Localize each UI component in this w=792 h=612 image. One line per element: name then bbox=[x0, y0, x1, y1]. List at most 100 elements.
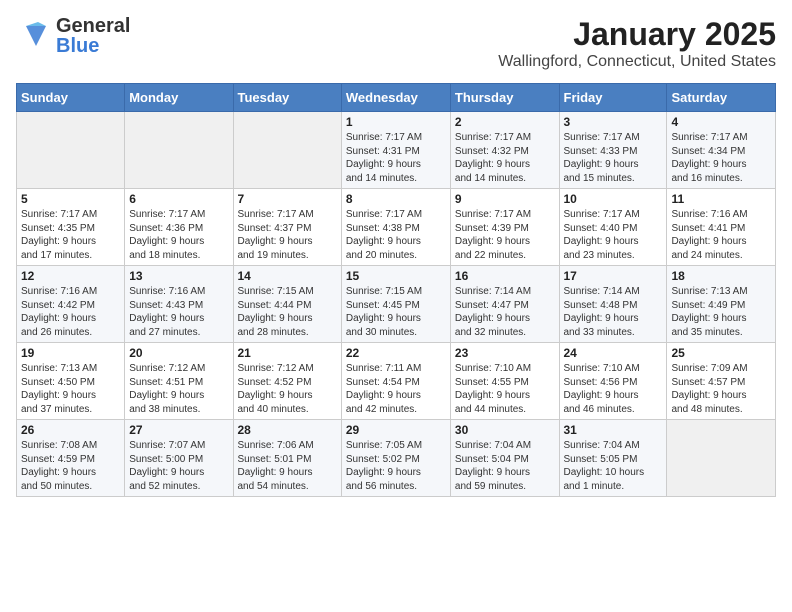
calendar-cell: 26 Sunrise: 7:08 AM Sunset: 4:59 PM Dayli… bbox=[17, 420, 125, 497]
day-number: 7 bbox=[238, 192, 337, 206]
day-number: 1 bbox=[346, 115, 446, 129]
day-number: 30 bbox=[455, 423, 555, 437]
calendar-cell: 24Sunrise: 7:10 AM Sunset: 4:56 PM Dayli… bbox=[559, 343, 667, 420]
calendar-cell: 17 Sunrise: 7:14 AM Sunset: 4:48 PM Dayli… bbox=[559, 266, 667, 343]
day-number: 31 bbox=[564, 423, 663, 437]
day-info: Sunrise: 7:12 AM Sunset: 4:52 PM Dayligh… bbox=[238, 362, 337, 416]
logo-text: General Blue bbox=[56, 16, 130, 56]
day-info: Sunrise: 7:14 AM Sunset: 4:47 PM Dayligh… bbox=[455, 285, 555, 339]
day-info: Sunrise: 7:04 AM Sunset: 5:04 PM Dayligh… bbox=[455, 439, 555, 493]
day-of-week-tuesday: Tuesday bbox=[233, 84, 341, 112]
day-number: 20 bbox=[129, 346, 228, 360]
day-number: 5 bbox=[21, 192, 120, 206]
day-number: 22 bbox=[346, 346, 446, 360]
calendar-cell: 10Sunrise: 7:17 AM Sunset: 4:40 PM Dayli… bbox=[559, 189, 667, 266]
day-number: 23 bbox=[455, 346, 555, 360]
day-info: Sunrise: 7:09 AM Sunset: 4:57 PM Dayligh… bbox=[671, 362, 771, 416]
day-number: 11 bbox=[671, 192, 771, 206]
calendar-week-1: 1 Sunrise: 7:17 AM Sunset: 4:31 PM Daylig… bbox=[17, 112, 776, 189]
calendar-cell: 27 Sunrise: 7:07 AM Sunset: 5:00 PM Dayli… bbox=[125, 420, 233, 497]
day-number: 9 bbox=[455, 192, 555, 206]
day-info: Sunrise: 7:10 AM Sunset: 4:55 PM Dayligh… bbox=[455, 362, 555, 416]
calendar-week-4: 19 Sunrise: 7:13 AM Sunset: 4:50 PM Dayli… bbox=[17, 343, 776, 420]
calendar-cell bbox=[667, 420, 776, 497]
day-number: 25 bbox=[671, 346, 771, 360]
day-number: 27 bbox=[129, 423, 228, 437]
calendar-cell: 8 Sunrise: 7:17 AM Sunset: 4:38 PM Daylig… bbox=[341, 189, 450, 266]
day-info: Sunrise: 7:12 AM Sunset: 4:51 PM Dayligh… bbox=[129, 362, 228, 416]
calendar-cell: 3Sunrise: 7:17 AM Sunset: 4:33 PM Daylig… bbox=[559, 112, 667, 189]
calendar-cell: 12 Sunrise: 7:16 AM Sunset: 4:42 PM Dayli… bbox=[17, 266, 125, 343]
day-number: 4 bbox=[671, 115, 771, 129]
calendar-cell: 25 Sunrise: 7:09 AM Sunset: 4:57 PM Dayli… bbox=[667, 343, 776, 420]
day-info: Sunrise: 7:16 AM Sunset: 4:42 PM Dayligh… bbox=[21, 285, 120, 339]
day-number: 2 bbox=[455, 115, 555, 129]
calendar-cell: 9 Sunrise: 7:17 AM Sunset: 4:39 PM Daylig… bbox=[450, 189, 559, 266]
day-of-week-friday: Friday bbox=[559, 84, 667, 112]
day-number: 17 bbox=[564, 269, 663, 283]
day-number: 13 bbox=[129, 269, 228, 283]
day-info: Sunrise: 7:15 AM Sunset: 4:45 PM Dayligh… bbox=[346, 285, 446, 339]
day-of-week-sunday: Sunday bbox=[17, 84, 125, 112]
day-of-week-monday: Monday bbox=[125, 84, 233, 112]
calendar-week-2: 5 Sunrise: 7:17 AM Sunset: 4:35 PM Daylig… bbox=[17, 189, 776, 266]
day-info: Sunrise: 7:15 AM Sunset: 4:44 PM Dayligh… bbox=[238, 285, 337, 339]
calendar-cell: 15 Sunrise: 7:15 AM Sunset: 4:45 PM Dayli… bbox=[341, 266, 450, 343]
calendar-subtitle: Wallingford, Connecticut, United States bbox=[498, 53, 776, 71]
calendar-cell: 29Sunrise: 7:05 AM Sunset: 5:02 PM Dayli… bbox=[341, 420, 450, 497]
day-number: 8 bbox=[346, 192, 446, 206]
calendar-cell: 21 Sunrise: 7:12 AM Sunset: 4:52 PM Dayli… bbox=[233, 343, 341, 420]
logo-icon bbox=[16, 18, 52, 54]
day-number: 19 bbox=[21, 346, 120, 360]
day-info: Sunrise: 7:13 AM Sunset: 4:49 PM Dayligh… bbox=[671, 285, 771, 339]
day-info: Sunrise: 7:14 AM Sunset: 4:48 PM Dayligh… bbox=[564, 285, 663, 339]
calendar-cell: 11 Sunrise: 7:16 AM Sunset: 4:41 PM Dayli… bbox=[667, 189, 776, 266]
calendar-cell: 14 Sunrise: 7:15 AM Sunset: 4:44 PM Dayli… bbox=[233, 266, 341, 343]
calendar-week-3: 12 Sunrise: 7:16 AM Sunset: 4:42 PM Dayli… bbox=[17, 266, 776, 343]
calendar-cell: 1 Sunrise: 7:17 AM Sunset: 4:31 PM Daylig… bbox=[341, 112, 450, 189]
day-number: 15 bbox=[346, 269, 446, 283]
day-info: Sunrise: 7:11 AM Sunset: 4:54 PM Dayligh… bbox=[346, 362, 446, 416]
day-info: Sunrise: 7:16 AM Sunset: 4:43 PM Dayligh… bbox=[129, 285, 228, 339]
calendar-cell: 20 Sunrise: 7:12 AM Sunset: 4:51 PM Dayli… bbox=[125, 343, 233, 420]
logo-general-text: General bbox=[56, 16, 130, 36]
day-info: Sunrise: 7:17 AM Sunset: 4:35 PM Dayligh… bbox=[21, 208, 120, 262]
calendar-header: SundayMondayTuesdayWednesdayThursdayFrid… bbox=[17, 84, 776, 112]
calendar-cell: 6Sunrise: 7:17 AM Sunset: 4:36 PM Daylig… bbox=[125, 189, 233, 266]
day-info: Sunrise: 7:17 AM Sunset: 4:31 PM Dayligh… bbox=[346, 131, 446, 185]
day-info: Sunrise: 7:17 AM Sunset: 4:37 PM Dayligh… bbox=[238, 208, 337, 262]
day-info: Sunrise: 7:17 AM Sunset: 4:34 PM Dayligh… bbox=[671, 131, 771, 185]
calendar-cell: 4 Sunrise: 7:17 AM Sunset: 4:34 PM Daylig… bbox=[667, 112, 776, 189]
day-number: 28 bbox=[238, 423, 337, 437]
title-block: January 2025 Wallingford, Connecticut, U… bbox=[498, 16, 776, 71]
day-number: 10 bbox=[564, 192, 663, 206]
calendar-cell bbox=[17, 112, 125, 189]
day-info: Sunrise: 7:06 AM Sunset: 5:01 PM Dayligh… bbox=[238, 439, 337, 493]
calendar-cell: 22 Sunrise: 7:11 AM Sunset: 4:54 PM Dayli… bbox=[341, 343, 450, 420]
calendar-cell: 28 Sunrise: 7:06 AM Sunset: 5:01 PM Dayli… bbox=[233, 420, 341, 497]
calendar-cell: 31Sunrise: 7:04 AM Sunset: 5:05 PM Dayli… bbox=[559, 420, 667, 497]
calendar-cell: 23 Sunrise: 7:10 AM Sunset: 4:55 PM Dayli… bbox=[450, 343, 559, 420]
day-info: Sunrise: 7:17 AM Sunset: 4:32 PM Dayligh… bbox=[455, 131, 555, 185]
day-info: Sunrise: 7:17 AM Sunset: 4:38 PM Dayligh… bbox=[346, 208, 446, 262]
day-number: 14 bbox=[238, 269, 337, 283]
day-of-week-wednesday: Wednesday bbox=[341, 84, 450, 112]
day-info: Sunrise: 7:08 AM Sunset: 4:59 PM Dayligh… bbox=[21, 439, 120, 493]
calendar-week-5: 26 Sunrise: 7:08 AM Sunset: 4:59 PM Dayli… bbox=[17, 420, 776, 497]
day-info: Sunrise: 7:16 AM Sunset: 4:41 PM Dayligh… bbox=[671, 208, 771, 262]
calendar-cell: 5 Sunrise: 7:17 AM Sunset: 4:35 PM Daylig… bbox=[17, 189, 125, 266]
day-number: 26 bbox=[21, 423, 120, 437]
day-number: 21 bbox=[238, 346, 337, 360]
day-number: 29 bbox=[346, 423, 446, 437]
calendar-cell: 18 Sunrise: 7:13 AM Sunset: 4:49 PM Dayli… bbox=[667, 266, 776, 343]
day-number: 18 bbox=[671, 269, 771, 283]
day-info: Sunrise: 7:13 AM Sunset: 4:50 PM Dayligh… bbox=[21, 362, 120, 416]
day-info: Sunrise: 7:07 AM Sunset: 5:00 PM Dayligh… bbox=[129, 439, 228, 493]
day-info: Sunrise: 7:17 AM Sunset: 4:36 PM Dayligh… bbox=[129, 208, 228, 262]
day-info: Sunrise: 7:17 AM Sunset: 4:39 PM Dayligh… bbox=[455, 208, 555, 262]
logo-blue-text: Blue bbox=[56, 36, 130, 56]
calendar-cell: 19 Sunrise: 7:13 AM Sunset: 4:50 PM Dayli… bbox=[17, 343, 125, 420]
calendar-cell: 30 Sunrise: 7:04 AM Sunset: 5:04 PM Dayli… bbox=[450, 420, 559, 497]
calendar-cell bbox=[125, 112, 233, 189]
day-number: 12 bbox=[21, 269, 120, 283]
